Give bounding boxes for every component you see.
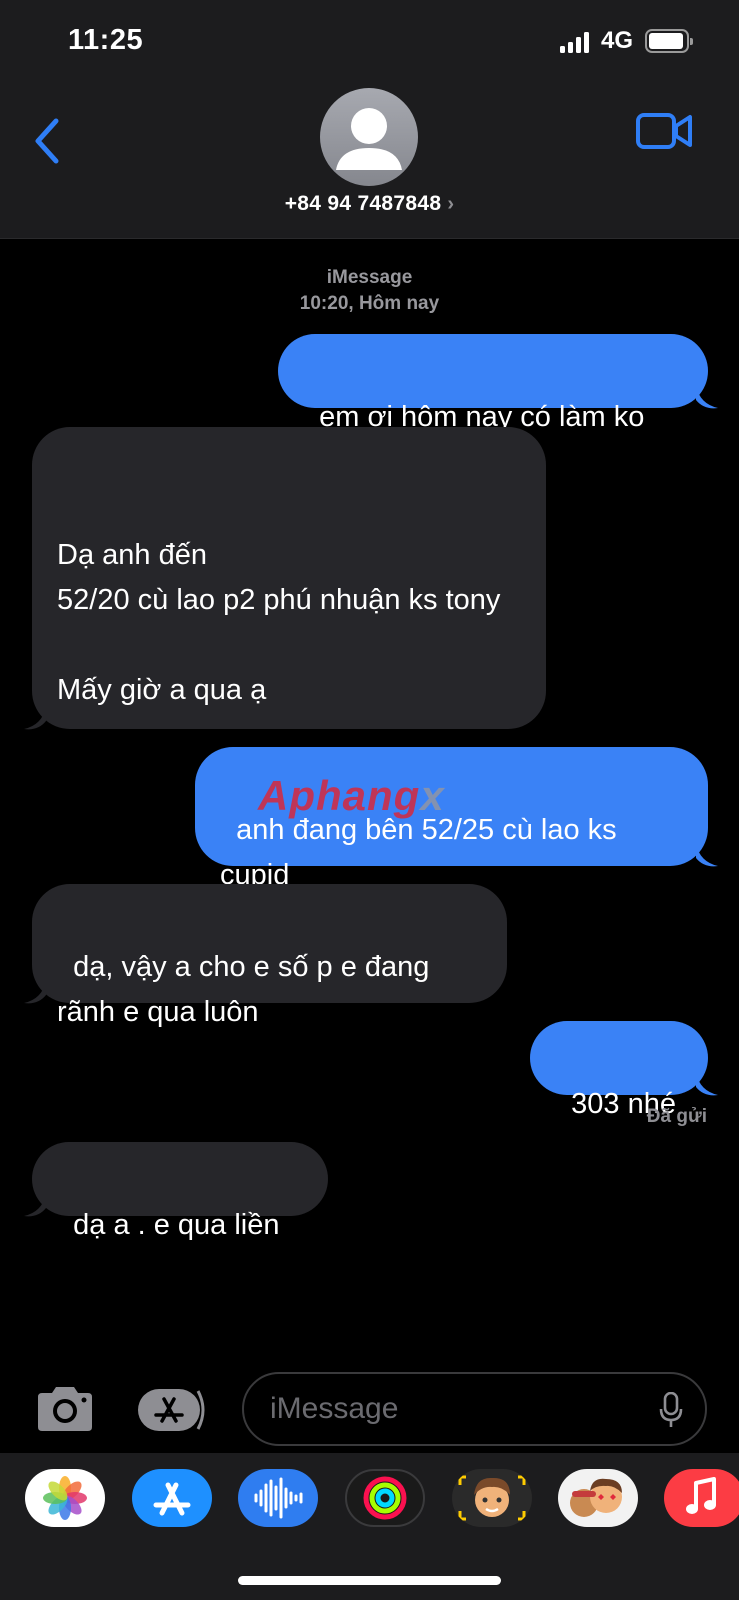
camera-icon xyxy=(38,1387,92,1431)
back-button[interactable] xyxy=(28,116,68,166)
message-bubble-incoming[interactable]: Dạ anh đến 52/20 cù lao p2 phú nhuận ks … xyxy=(32,427,546,729)
conversation-header: +84 94 7487848 › xyxy=(0,84,739,239)
message-bubble-incoming[interactable]: dạ, vậy a cho e số p e đang rãnh e qua l… xyxy=(32,884,507,1028)
audio-waveform-icon xyxy=(254,1477,303,1519)
activity-app-button[interactable] xyxy=(345,1469,425,1527)
bubble-tail xyxy=(696,386,718,409)
photos-icon xyxy=(43,1476,87,1520)
bubble-tail xyxy=(24,707,46,730)
message-bubble-incoming[interactable]: dạ a . e qua liền xyxy=(32,1142,328,1241)
audio-message-app-button[interactable] xyxy=(238,1469,318,1527)
activity-rings-icon xyxy=(363,1476,407,1520)
app-store-button[interactable] xyxy=(136,1387,210,1433)
bubble-tail xyxy=(696,844,718,867)
service-label: iMessage xyxy=(326,267,413,288)
memoji-app-button[interactable] xyxy=(452,1469,532,1527)
photos-app-button[interactable] xyxy=(25,1469,105,1527)
message-text: Dạ anh đến 52/20 cù lao p2 phú nhuận ks … xyxy=(57,539,501,706)
chevron-left-icon xyxy=(35,118,59,164)
video-camera-icon xyxy=(636,113,692,149)
app-store-icon xyxy=(153,1482,191,1516)
bubble-tail xyxy=(696,1073,718,1096)
message-text: dạ a . e qua liền xyxy=(73,1209,280,1241)
memoji-stickers-app-button[interactable] xyxy=(558,1469,638,1527)
status-time: 11:25 xyxy=(68,24,144,56)
memoji-stickers-icon xyxy=(570,1478,622,1517)
thread-timestamp: 10:20, Hôm nay xyxy=(299,293,440,314)
app-store-app-button[interactable] xyxy=(132,1469,212,1527)
app-store-icon xyxy=(138,1389,205,1431)
bubble-tail xyxy=(24,981,46,1004)
battery-icon xyxy=(645,29,693,53)
message-bubble-outgoing[interactable]: 303 nhé xyxy=(530,1021,708,1120)
contact-avatar[interactable] xyxy=(320,88,418,186)
message-bubble-outgoing[interactable]: em ơi hôm nay có làm ko xyxy=(278,334,708,433)
message-input[interactable]: iMessage xyxy=(242,1372,707,1446)
bubble-tail xyxy=(24,1194,46,1217)
camera-button[interactable] xyxy=(34,1385,96,1433)
signal-strength-icon xyxy=(560,31,590,53)
network-type: 4G xyxy=(601,27,634,54)
home-indicator xyxy=(238,1576,501,1585)
watermark-logo: Aphangx xyxy=(258,772,445,819)
status-bar: 11:25 4G xyxy=(0,0,739,84)
memoji-icon xyxy=(458,1475,526,1521)
message-input-placeholder: iMessage xyxy=(270,1392,399,1425)
imessage-app-drawer xyxy=(0,1453,739,1600)
message-text: anh đang bên 52/25 cù lao ks cupid xyxy=(220,814,625,891)
person-icon xyxy=(336,108,402,170)
music-app-button[interactable] xyxy=(664,1469,739,1527)
thread-meta: iMessage 10:20, Hôm nay xyxy=(0,265,739,317)
delivery-status: Đã gửi xyxy=(646,1106,707,1127)
contact-name-row[interactable]: +84 94 7487848 › xyxy=(0,192,739,216)
music-note-icon xyxy=(686,1477,716,1514)
chevron-right-icon: › xyxy=(447,193,455,215)
facetime-video-button[interactable] xyxy=(636,112,694,152)
microphone-icon[interactable] xyxy=(659,1392,683,1428)
contact-number: +84 94 7487848 xyxy=(284,192,442,215)
message-text: dạ, vậy a cho e số p e đang rãnh e qua l… xyxy=(57,951,438,1028)
